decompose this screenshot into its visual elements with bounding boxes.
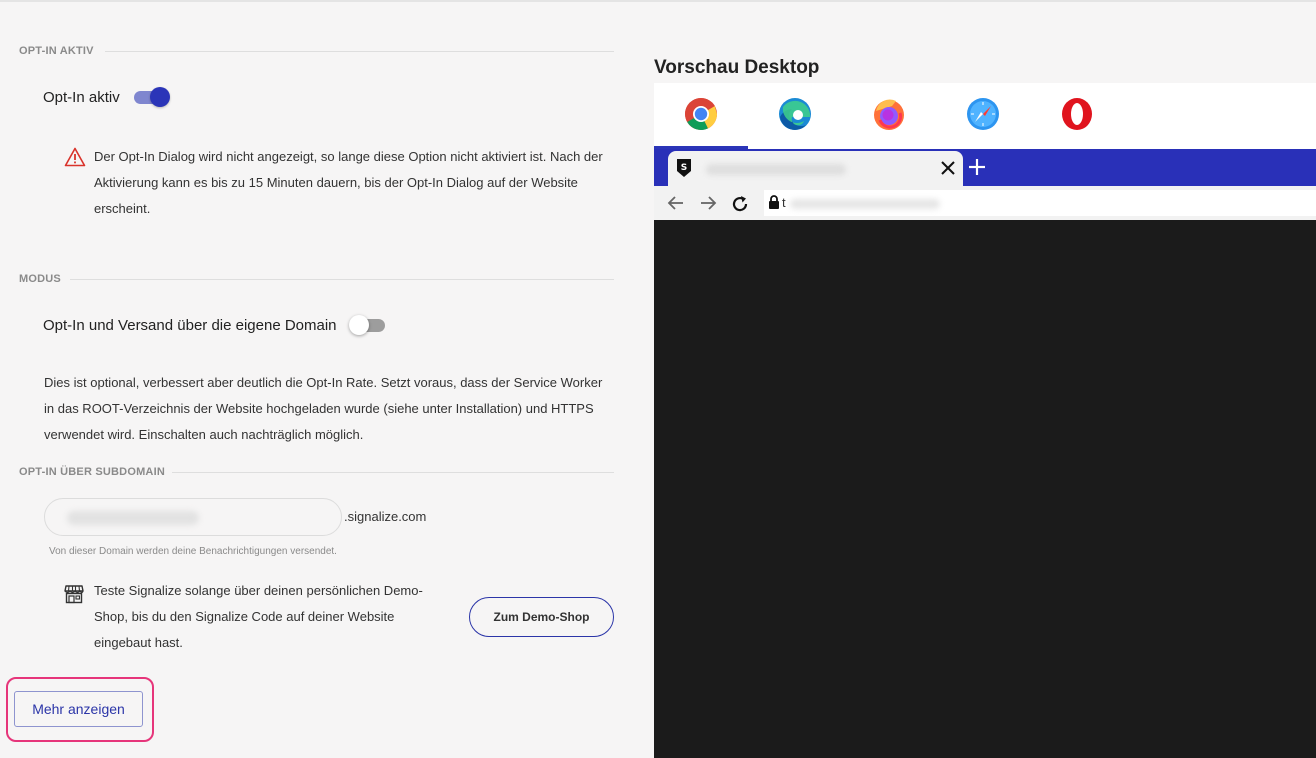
browser-tab-edge[interactable] [748,83,842,149]
redacted-tab-title [706,164,846,175]
subdomain-suffix: .signalize.com [344,509,427,524]
reload-icon[interactable] [730,194,748,212]
section-divider [105,51,614,52]
svg-text:S: S [681,163,687,173]
browser-selector [654,83,1316,149]
close-icon[interactable] [940,160,956,176]
section-divider [70,279,614,280]
mode-description: Dies ist optional, verbessert aber deutl… [44,375,603,442]
lock-icon [768,195,780,214]
address-text: t [782,195,786,210]
redacted-address [790,199,940,209]
browser-tab-firefox[interactable] [842,83,936,149]
safari-icon [966,97,1000,136]
optin-toggle-label: Opt-In aktiv [43,88,120,106]
chrome-icon [684,97,718,136]
section-label-mode: MODUS [19,273,61,285]
plus-icon[interactable] [968,158,986,176]
section-divider [172,472,614,473]
preview-toolbar: t [654,186,1316,220]
address-bar[interactable]: t [764,190,1316,216]
subdomain-input[interactable] [44,498,342,536]
browser-preview-window: S t [654,149,1316,758]
toggle-knob [348,315,369,335]
show-more-button[interactable]: Mehr anzeigen [14,691,143,727]
preview-tabbar: S [654,149,1316,186]
warning-icon [64,147,86,172]
own-domain-toggle[interactable] [348,314,387,336]
preview-tab[interactable]: S [668,151,963,186]
top-divider [0,0,1316,2]
demo-shop-text: Teste Signalize solange über deinen pers… [94,583,423,650]
subdomain-hint: Von dieser Domain werden deine Benachric… [49,546,337,557]
optin-toggle[interactable] [132,86,170,108]
redacted-value [67,511,199,525]
opera-icon [1060,97,1094,136]
edge-icon [778,97,812,136]
browser-tab-safari[interactable] [936,83,1030,149]
preview-title: Vorschau Desktop [654,57,820,78]
back-arrow-icon[interactable] [667,194,685,212]
forward-arrow-icon[interactable] [699,194,717,212]
browser-tab-opera[interactable] [1030,83,1124,149]
section-label-optin: OPT-IN AKTIV [19,45,94,57]
signalize-logo-icon: S [676,158,692,178]
demo-shop-button[interactable]: Zum Demo-Shop [469,597,614,637]
section-label-subdomain: OPT-IN ÜBER SUBDOMAIN [19,466,165,478]
optin-toggle-row: Opt-In aktiv [43,86,170,108]
mode-toggle-row: Opt-In und Versand über die eigene Domai… [43,314,387,336]
browser-tab-chrome[interactable] [654,83,748,149]
firefox-icon [872,97,906,136]
warning-text: Der Opt-In Dialog wird nicht angezeigt, … [94,149,603,216]
mode-toggle-label: Opt-In und Versand über die eigene Domai… [43,316,337,334]
toggle-knob [149,87,170,107]
shop-icon [64,584,84,609]
